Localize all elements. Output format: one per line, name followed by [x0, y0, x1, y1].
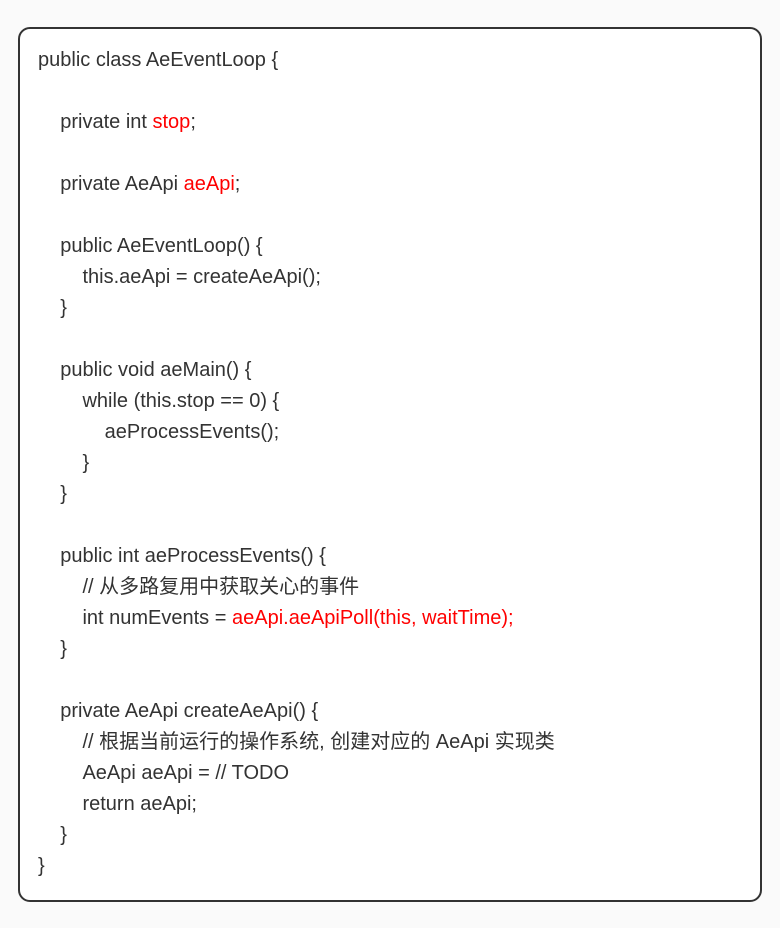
highlighted-token: aeApi: [184, 173, 235, 195]
code-line: }: [38, 452, 89, 474]
code-line: public class AeEventLoop {: [38, 49, 278, 71]
code-line: }: [38, 483, 67, 505]
code-line: aeProcessEvents();: [38, 421, 279, 443]
code-token: ;: [235, 173, 241, 195]
code-line: }: [38, 638, 67, 660]
code-block: public class AeEventLoop { private int s…: [38, 45, 742, 882]
code-line: public void aeMain() {: [38, 359, 251, 381]
code-line: public int aeProcessEvents() {: [38, 545, 326, 567]
code-token: ;: [190, 111, 196, 133]
code-line: AeApi aeApi = // TODO: [38, 762, 289, 784]
code-line: while (this.stop == 0) {: [38, 390, 279, 412]
highlighted-token: aeApi.aeApiPoll(this, waitTime);: [232, 607, 514, 629]
code-line: private int: [38, 111, 153, 133]
code-line: private AeApi: [38, 173, 184, 195]
code-container: public class AeEventLoop { private int s…: [18, 27, 762, 902]
code-line: public AeEventLoop() {: [38, 235, 263, 257]
code-line: private AeApi createAeApi() {: [38, 700, 318, 722]
code-line: // 根据当前运行的操作系统, 创建对应的 AeApi 实现类: [38, 731, 555, 753]
code-line: int numEvents =: [38, 607, 232, 629]
code-line: return aeApi;: [38, 793, 197, 815]
code-line: this.aeApi = createAeApi();: [38, 266, 321, 288]
highlighted-token: stop: [153, 111, 191, 133]
code-line: }: [38, 297, 67, 319]
code-line: // 从多路复用中获取关心的事件: [38, 576, 359, 598]
code-line: }: [38, 855, 45, 877]
code-line: }: [38, 824, 67, 846]
